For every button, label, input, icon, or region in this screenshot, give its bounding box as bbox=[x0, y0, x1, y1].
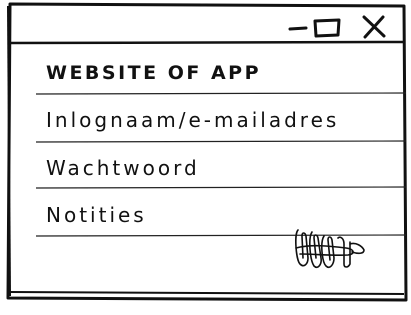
minimize-icon[interactable] bbox=[288, 24, 308, 34]
paperclips-icon bbox=[295, 229, 365, 269]
field-password[interactable]: Wachtwoord bbox=[46, 158, 200, 178]
field-notes[interactable]: Notities bbox=[46, 205, 147, 225]
close-icon[interactable] bbox=[360, 13, 388, 41]
field-login[interactable]: Inlognaam/e-mailadres bbox=[46, 110, 339, 130]
card-title: WEBSITE OF APP bbox=[46, 62, 262, 84]
divider-title bbox=[35, 92, 407, 95]
maximize-icon[interactable] bbox=[312, 17, 342, 39]
divider-login bbox=[35, 140, 407, 143]
divider-password bbox=[35, 186, 407, 189]
